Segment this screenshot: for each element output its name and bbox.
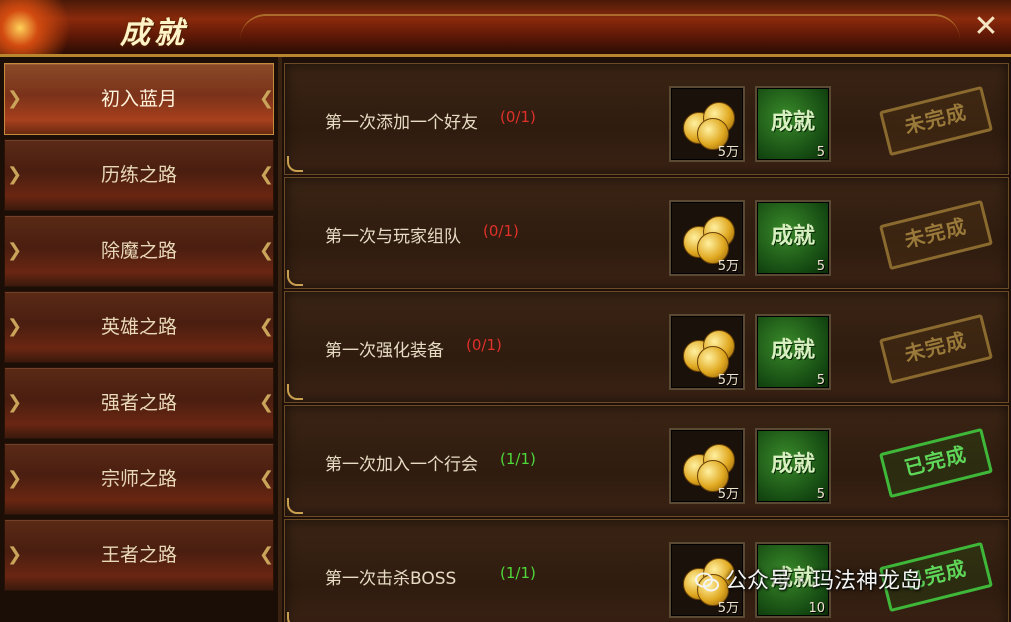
sidebar-tab-label: 历练之路 [100,164,177,186]
achievement-row: 第一次与玩家组队 (0/1) 5万 成就 5 未完成 [284,177,1009,289]
sidebar-tab-label: 初入蓝月 [100,88,177,110]
gold-coins-icon [679,326,735,378]
achievement-badge-label: 成就 [770,452,815,477]
task-progress: (0/1) [466,336,502,354]
window-title: 成就 [120,16,188,51]
gold-reward-qty: 5万 [717,259,739,274]
task-name: 第一次击杀BOSS [325,569,457,589]
achievement-reward-qty: 10 [808,601,825,616]
gold-reward-qty: 5万 [717,373,739,388]
sidebar-tab-2[interactable]: ❯ 除魔之路 ❮ [4,215,274,287]
achievement-window: 成就 ✕ ❯ 初入蓝月 ❮ ❯ 历练之路 ❮ ❯ 除魔之路 ❮ ❯ 英雄之路 ❮ ❯ 强者之路 ❮ ❯ 宗师之路… [0,0,1011,622]
status-stamp: 未完成 [879,85,993,157]
achievement-points-reward[interactable]: 成就 5 [755,314,831,390]
status-stamp: 未完成 [879,313,993,385]
corner-ornament [287,498,303,514]
category-sidebar: ❯ 初入蓝月 ❮ ❯ 历练之路 ❮ ❯ 除魔之路 ❮ ❯ 英雄之路 ❮ ❯ 强者之路 ❮ ❯ 宗师之路 ❮ ❯ 王者之… [0,57,282,622]
task-progress: (0/1) [500,108,536,126]
chevron-left-icon: ❮ [259,468,275,489]
corner-ornament [287,270,303,286]
gold-coins-icon [679,440,735,492]
title-bar: 成就 ✕ [0,0,1011,57]
achievement-reward-qty: 5 [816,145,825,160]
gold-coins-icon [679,98,735,150]
task-progress: (1/1) [500,450,536,468]
title-ornament [240,14,960,40]
task-name: 第一次与玩家组队 [325,227,461,247]
gold-reward-qty: 5万 [717,487,739,502]
achievement-points-reward[interactable]: 成就 5 [755,200,831,276]
achievement-badge-label: 成就 [770,338,815,363]
achievement-list: 第一次添加一个好友 (0/1) 5万 成就 5 未完成 第一次与玩家组队 (0/1) 5万 成就 5… [282,57,1011,622]
chevron-left-icon: ❮ [259,164,275,185]
corner-ornament [287,156,303,172]
wechat-icon [695,571,719,593]
gold-reward[interactable]: 5万 [669,428,745,504]
task-progress: (1/1) [500,564,536,582]
achievement-reward-qty: 5 [816,487,825,502]
sidebar-tab-3[interactable]: ❯ 英雄之路 ❮ [4,291,274,363]
chevron-left-icon: ❮ [259,392,275,413]
gold-coins-icon [679,212,735,264]
sidebar-tab-5[interactable]: ❯ 宗师之路 ❮ [4,443,274,515]
achievement-points-reward[interactable]: 成就 5 [755,86,831,162]
task-name: 第一次强化装备 [325,341,444,361]
sidebar-tab-0[interactable]: ❯ 初入蓝月 ❮ [4,63,274,135]
chevron-left-icon: ❮ [259,88,275,109]
watermark: 公众号 · 玛法神龙岛 [695,563,922,595]
task-name: 第一次加入一个行会 [325,455,478,475]
achievement-reward-qty: 5 [816,373,825,388]
status-stamp: 已完成 [879,427,993,499]
corner-ornament [287,384,303,400]
chevron-left-icon: ❮ [259,316,275,337]
achievement-reward-qty: 5 [816,259,825,274]
gold-reward[interactable]: 5万 [669,200,745,276]
achievement-badge-label: 成就 [770,110,815,135]
sidebar-tab-label: 除魔之路 [100,240,177,262]
sidebar-tab-label: 强者之路 [100,392,177,414]
sidebar-tab-label: 王者之路 [100,544,177,566]
gold-reward[interactable]: 5万 [669,86,745,162]
achievement-row: 第一次加入一个行会 (1/1) 5万 成就 5 已完成 [284,405,1009,517]
achievement-points-reward[interactable]: 成就 5 [755,428,831,504]
sidebar-tab-6[interactable]: ❯ 王者之路 ❮ [4,519,274,591]
sidebar-tab-1[interactable]: ❯ 历练之路 ❮ [4,139,274,211]
chevron-left-icon: ❮ [259,544,275,565]
task-name: 第一次添加一个好友 [325,113,478,133]
sidebar-tab-label: 宗师之路 [100,468,177,490]
status-stamp: 未完成 [879,199,993,271]
task-progress: (0/1) [483,222,519,240]
gold-reward-qty: 5万 [717,601,739,616]
close-button[interactable]: ✕ [969,10,1003,44]
gold-reward[interactable]: 5万 [669,314,745,390]
chevron-left-icon: ❮ [259,240,275,261]
achievement-row: 第一次添加一个好友 (0/1) 5万 成就 5 未完成 [284,63,1009,175]
watermark-text: 公众号 · 玛法神龙岛 [725,569,922,594]
corner-ornament [287,612,303,622]
achievement-badge-label: 成就 [770,224,815,249]
achievement-row: 第一次强化装备 (0/1) 5万 成就 5 未完成 [284,291,1009,403]
sidebar-tab-4[interactable]: ❯ 强者之路 ❮ [4,367,274,439]
gold-reward-qty: 5万 [717,145,739,160]
sidebar-tab-label: 英雄之路 [100,316,177,338]
